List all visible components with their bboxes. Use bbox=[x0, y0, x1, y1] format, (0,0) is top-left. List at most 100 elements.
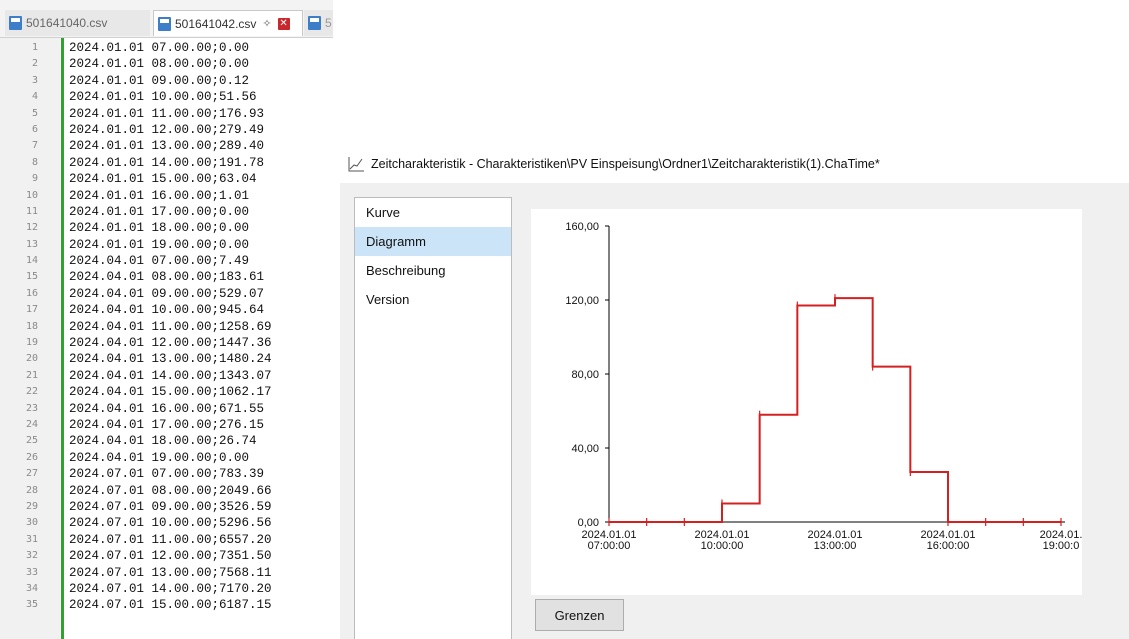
saved-file-icon bbox=[9, 16, 22, 30]
editor-line[interactable]: 3 2024.01.01 09.00.00;0.12 bbox=[0, 73, 333, 89]
line-number: 16 bbox=[25, 287, 38, 299]
tab-partial[interactable]: 5 bbox=[304, 10, 333, 36]
editor-line[interactable]: 7 2024.01.01 13.00.00;289.40 bbox=[0, 138, 333, 154]
editor-tab-bar: 501641040.csv 501641042.csv ✧ ✕ 5 bbox=[0, 0, 333, 38]
x-tick-label-time: 13:00:00 bbox=[814, 540, 857, 552]
editor-line[interactable]: 5 2024.01.01 11.00.00;176.93 bbox=[0, 106, 333, 122]
saved-file-icon bbox=[158, 16, 171, 31]
nav-item-label: Kurve bbox=[366, 205, 400, 220]
line-text: 2024.04.01 10.00.00;945.64 bbox=[69, 303, 265, 318]
line-text: 2024.07.01 10.00.00;5296.56 bbox=[69, 516, 272, 531]
line-number: 33 bbox=[25, 566, 38, 578]
editor-line[interactable]: 31 2024.07.01 11.00.00;6557.20 bbox=[0, 532, 333, 548]
line-number: 9 bbox=[31, 173, 38, 185]
editor-line[interactable]: 6 2024.01.01 12.00.00;279.49 bbox=[0, 122, 333, 138]
tab-label: 501641040.csv bbox=[26, 16, 108, 30]
line-number: 27 bbox=[25, 468, 38, 480]
line-number: 15 bbox=[25, 271, 38, 283]
editor-line[interactable]: 15 2024.04.01 08.00.00;183.61 bbox=[0, 269, 333, 285]
editor-line[interactable]: 35 2024.07.01 15.00.00;6187.15 bbox=[0, 597, 333, 613]
tab-label: 501641042.csv bbox=[175, 16, 257, 31]
nav-item-diagramm[interactable]: Diagramm bbox=[355, 227, 511, 256]
time-characteristic-dialog: Zeitcharakteristik - Charakteristiken\PV… bbox=[340, 145, 1129, 639]
nav-item-label: Version bbox=[366, 292, 410, 307]
editor-line[interactable]: 26 2024.04.01 19.00.00;0.00 bbox=[0, 450, 333, 466]
editor-line[interactable]: 28 2024.07.01 08.00.00;2049.66 bbox=[0, 483, 333, 499]
editor-line[interactable]: 12 2024.01.01 18.00.00;0.00 bbox=[0, 220, 333, 236]
editor-line[interactable]: 4 2024.01.01 10.00.00;51.56 bbox=[0, 89, 333, 105]
editor-line[interactable]: 14 2024.04.01 07.00.00;7.49 bbox=[0, 253, 333, 269]
editor-line[interactable]: 17 2024.04.01 10.00.00;945.64 bbox=[0, 302, 333, 318]
series-line bbox=[609, 297, 1061, 523]
editor-line[interactable]: 32 2024.07.01 12.00.00;7351.50 bbox=[0, 548, 333, 564]
line-text: 2024.04.01 07.00.00;7.49 bbox=[69, 254, 250, 269]
line-number: 21 bbox=[25, 369, 38, 381]
editor-line[interactable]: 1 2024.01.01 07.00.00;0.00 bbox=[0, 40, 333, 56]
editor-line[interactable]: 25 2024.04.01 18.00.00;26.74 bbox=[0, 433, 333, 449]
editor-line[interactable]: 9 2024.01.01 15.00.00;63.04 bbox=[0, 171, 333, 187]
close-icon[interactable]: ✕ bbox=[277, 17, 290, 30]
nav-item-version[interactable]: Version bbox=[355, 285, 511, 314]
x-tick-label-time: 07:00:00 bbox=[588, 540, 631, 552]
diagram-panel: 0,00 40,00 80,00 120,00 160,00 2024.01.01 07:0… bbox=[531, 209, 1082, 595]
tab-501641042-csv[interactable]: 501641042.csv ✧ ✕ bbox=[153, 10, 303, 36]
line-number: 7 bbox=[31, 140, 38, 152]
chart-icon bbox=[348, 157, 364, 172]
line-text: 2024.01.01 10.00.00;51.56 bbox=[69, 90, 257, 105]
editor-line[interactable]: 34 2024.07.01 14.00.00;7170.20 bbox=[0, 581, 333, 597]
line-text: 2024.04.01 19.00.00;0.00 bbox=[69, 450, 250, 465]
line-number: 12 bbox=[25, 222, 38, 234]
editor-line[interactable]: 18 2024.04.01 11.00.00;1258.69 bbox=[0, 319, 333, 335]
editor-line[interactable]: 24 2024.04.01 17.00.00;276.15 bbox=[0, 417, 333, 433]
line-text: 2024.01.01 15.00.00;63.04 bbox=[69, 172, 257, 187]
line-number: 6 bbox=[31, 123, 38, 135]
line-text: 2024.07.01 07.00.00;783.39 bbox=[69, 467, 265, 482]
dialog-title-bar: Zeitcharakteristik - Charakteristiken\PV… bbox=[340, 145, 1129, 183]
line-number: 5 bbox=[31, 107, 38, 119]
line-text: 2024.04.01 12.00.00;1447.36 bbox=[69, 336, 272, 351]
tab-501641040-csv[interactable]: 501641040.csv bbox=[5, 10, 150, 36]
y-tick-label: 80,00 bbox=[571, 369, 599, 381]
line-text: 2024.07.01 08.00.00;2049.66 bbox=[69, 483, 272, 498]
editor-line[interactable]: 22 2024.04.01 15.00.00;1062.17 bbox=[0, 384, 333, 400]
editor-line[interactable]: 10 2024.01.01 16.00.00;1.01 bbox=[0, 188, 333, 204]
line-text: 2024.07.01 09.00.00;3526.59 bbox=[69, 499, 272, 514]
line-number: 31 bbox=[25, 533, 38, 545]
editor-line[interactable]: 21 2024.04.01 14.00.00;1343.07 bbox=[0, 368, 333, 384]
editor-line[interactable]: 23 2024.04.01 16.00.00;671.55 bbox=[0, 401, 333, 417]
pin-icon[interactable]: ✧ bbox=[262, 17, 271, 30]
editor-line[interactable]: 20 2024.04.01 13.00.00;1480.24 bbox=[0, 351, 333, 367]
y-tick-label: 120,00 bbox=[565, 295, 599, 307]
line-text: 2024.04.01 08.00.00;183.61 bbox=[69, 270, 265, 285]
editor-text-area[interactable]: 1 2024.01.01 07.00.00;0.00 2 2024.01.01 08.… bbox=[0, 38, 333, 639]
page-navigation-list: Kurve Diagramm Beschreibung Version bbox=[354, 197, 512, 639]
line-text: 2024.01.01 13.00.00;289.40 bbox=[69, 139, 265, 154]
editor-line[interactable]: 29 2024.07.01 09.00.00;3526.59 bbox=[0, 499, 333, 515]
nav-item-kurve[interactable]: Kurve bbox=[355, 198, 511, 227]
editor-line[interactable]: 2 2024.01.01 08.00.00;0.00 bbox=[0, 56, 333, 72]
editor-line[interactable]: 13 2024.01.01 19.00.00;0.00 bbox=[0, 237, 333, 253]
line-text: 2024.01.01 09.00.00;0.12 bbox=[69, 73, 250, 88]
line-number: 30 bbox=[25, 517, 38, 529]
line-text: 2024.01.01 19.00.00;0.00 bbox=[69, 237, 250, 252]
editor-line[interactable]: 19 2024.04.01 12.00.00;1447.36 bbox=[0, 335, 333, 351]
y-tick-label: 0,00 bbox=[578, 517, 599, 529]
line-number: 29 bbox=[25, 500, 38, 512]
editor-line[interactable]: 8 2024.01.01 14.00.00;191.78 bbox=[0, 155, 333, 171]
line-text: 2024.04.01 16.00.00;671.55 bbox=[69, 401, 265, 416]
editor-line[interactable]: 11 2024.01.01 17.00.00;0.00 bbox=[0, 204, 333, 220]
grenzen-button[interactable]: Grenzen bbox=[535, 599, 624, 631]
line-number: 2 bbox=[31, 58, 38, 70]
line-number: 22 bbox=[25, 386, 38, 398]
line-text: 2024.01.01 17.00.00;0.00 bbox=[69, 204, 250, 219]
nav-item-beschreibung[interactable]: Beschreibung bbox=[355, 256, 511, 285]
editor-line[interactable]: 27 2024.07.01 07.00.00;783.39 bbox=[0, 466, 333, 482]
line-text: 2024.07.01 14.00.00;7170.20 bbox=[69, 581, 272, 596]
line-number: 14 bbox=[25, 255, 38, 267]
editor-line[interactable]: 16 2024.04.01 09.00.00;529.07 bbox=[0, 286, 333, 302]
editor-line[interactable]: 30 2024.07.01 10.00.00;5296.56 bbox=[0, 515, 333, 531]
line-text: 2024.04.01 14.00.00;1343.07 bbox=[69, 368, 272, 383]
x-tick-label-time: 19:00:0 bbox=[1043, 540, 1080, 552]
line-text: 2024.04.01 18.00.00;26.74 bbox=[69, 434, 257, 449]
editor-line[interactable]: 33 2024.07.01 13.00.00;7568.11 bbox=[0, 565, 333, 581]
